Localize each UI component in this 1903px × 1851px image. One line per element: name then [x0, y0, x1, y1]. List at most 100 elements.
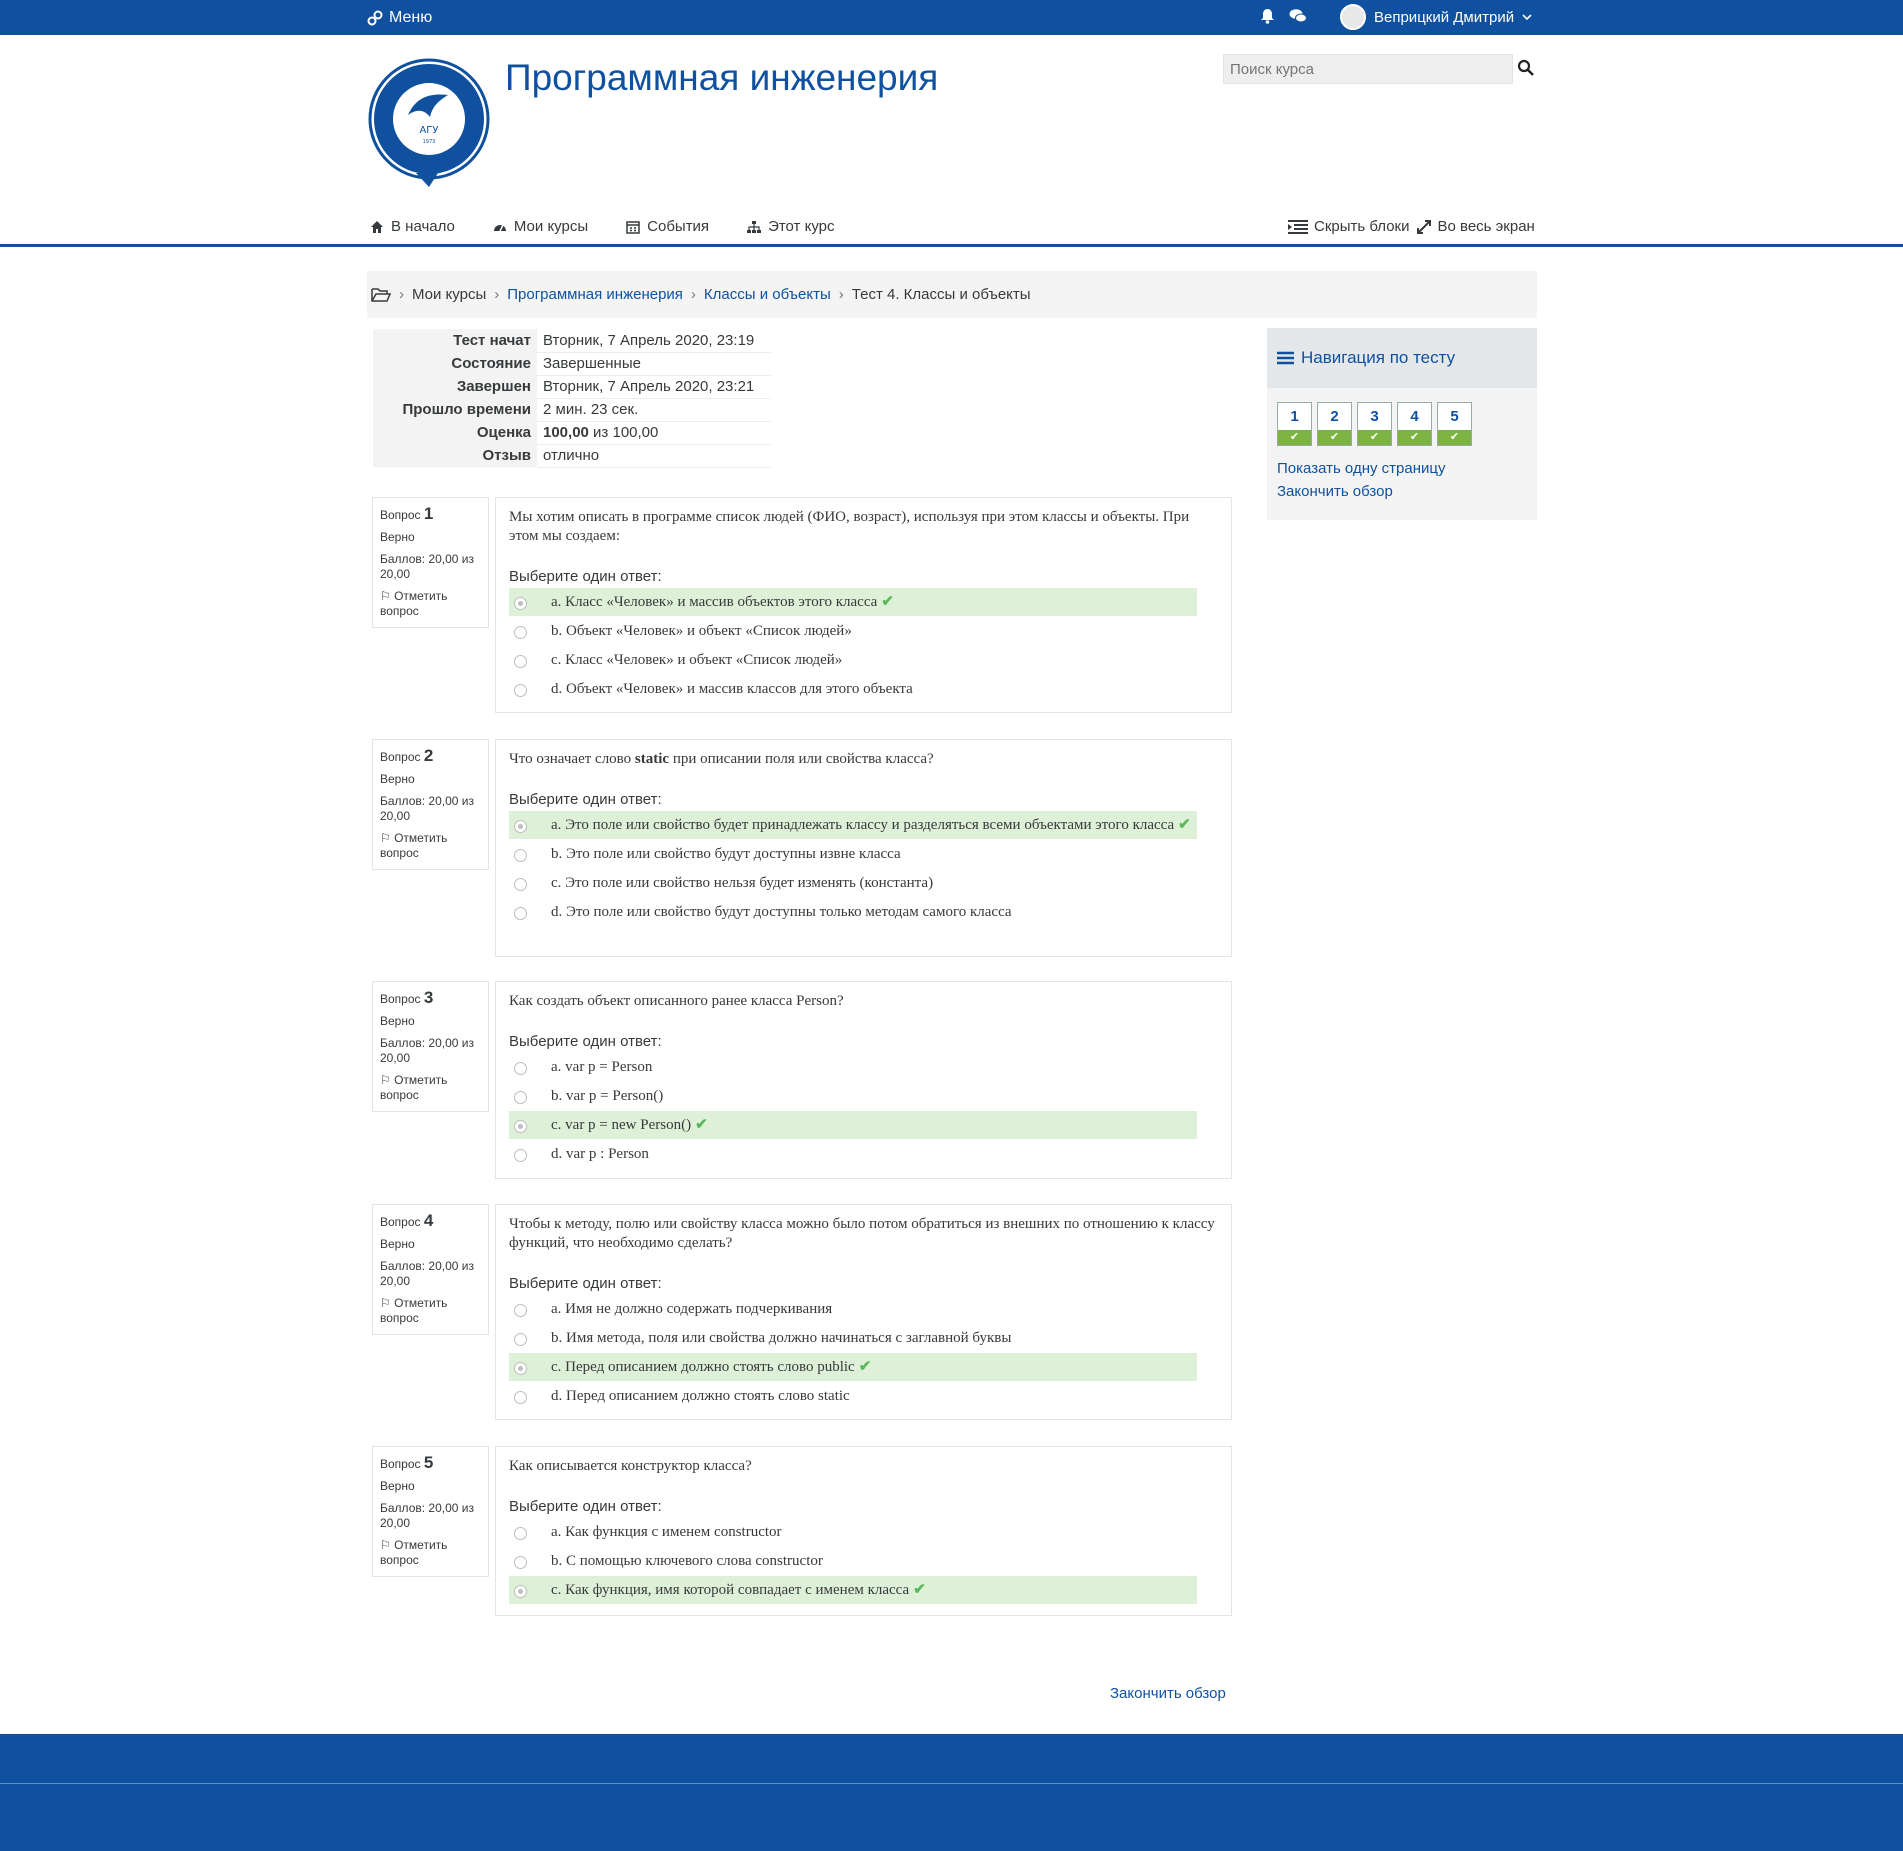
question-points: Баллов: 20,00 из 20,00 — [380, 1501, 474, 1530]
university-logo: АГУ 1973 — [368, 58, 490, 187]
answer-option[interactable]: c. Это поле или свойство нельзя будет из… — [509, 869, 1197, 897]
course-title: Программная инженерия — [505, 57, 939, 98]
checkmark-icon: ✔ — [858, 1359, 872, 1375]
grade-max: из 100,00 — [588, 424, 659, 441]
breadcrumb-course[interactable]: Программная инженерия — [507, 286, 683, 303]
answer-option[interactable]: a. var p = Person — [509, 1053, 1197, 1081]
question-state: Верно — [380, 1014, 415, 1028]
breadcrumb-section[interactable]: Классы и объекты — [704, 286, 831, 303]
check-icon: ✔ — [1398, 430, 1431, 445]
radio-button[interactable] — [514, 1091, 527, 1104]
summary-value: 2 мин. 23 сек. — [537, 398, 771, 422]
radio-button[interactable] — [514, 655, 527, 668]
summary-value: Вторник, 7 Апрель 2020, 23:21 — [537, 375, 771, 399]
answer-option[interactable]: d. Объект «Человек» и массив классов для… — [509, 675, 1197, 703]
radio-button[interactable] — [514, 1120, 527, 1133]
top-bar: Меню Веприцкий Дмитрий — [0, 0, 1903, 35]
flag-question[interactable]: ⚐ Отметить вопрос — [380, 1296, 481, 1326]
answer-option[interactable]: b. Имя метода, поля или свойства должно … — [509, 1324, 1197, 1352]
flag-question[interactable]: ⚐ Отметить вопрос — [380, 589, 481, 619]
search-icon[interactable] — [1517, 59, 1535, 77]
radio-button[interactable] — [514, 820, 527, 833]
fullscreen-button[interactable]: Во весь экран — [1438, 218, 1535, 235]
nav-my-courses[interactable]: Мои курсы — [493, 218, 588, 235]
summary-value: Вторник, 7 Апрель 2020, 23:19 — [537, 329, 771, 353]
question-number: 5 — [423, 1453, 434, 1472]
checkmark-icon: ✔ — [1178, 817, 1191, 833]
answer-option[interactable]: b. var p = Person() — [509, 1082, 1197, 1110]
answer-option[interactable]: d. Перед описанием должно стоять слово s… — [509, 1382, 1197, 1410]
answer-option[interactable]: c. Перед описанием должно стоять слово p… — [509, 1353, 1197, 1381]
show-one-page-link[interactable]: Показать одну страницу — [1277, 460, 1537, 477]
quiz-nav-button[interactable]: 1 ✔ — [1277, 402, 1312, 446]
radio-button[interactable] — [514, 684, 527, 697]
radio-button[interactable] — [514, 597, 527, 610]
course-search-input[interactable] — [1223, 54, 1513, 84]
list-icon — [1277, 351, 1294, 365]
hide-blocks-button[interactable]: Скрыть блоки — [1314, 218, 1410, 235]
answer-option[interactable]: b. Это поле или свойство будут доступны … — [509, 840, 1197, 868]
question-info: Вопрос 5 Верно Баллов: 20,00 из 20,00 ⚐ … — [372, 1446, 489, 1577]
radio-button[interactable] — [514, 878, 527, 891]
finish-review-link[interactable]: Закончить обзор — [1277, 483, 1537, 500]
nav-this-course[interactable]: Этот курс — [747, 218, 835, 235]
question-content: Что означает слово static при описании п… — [495, 739, 1232, 957]
radio-button[interactable] — [514, 1362, 527, 1375]
radio-button[interactable] — [514, 849, 527, 862]
finish-review-bottom-link[interactable]: Закончить обзор — [1110, 1685, 1226, 1702]
radio-button[interactable] — [514, 1062, 527, 1075]
nav-home-label: В начало — [391, 218, 455, 235]
answer-option[interactable]: b. Объект «Человек» и объект «Список люд… — [509, 617, 1197, 645]
answer-option[interactable]: d. Это поле или свойство будут доступны … — [509, 898, 1197, 926]
menu-button[interactable]: Меню — [367, 9, 432, 27]
answer-prompt: Выберите один ответ: — [509, 1275, 662, 1292]
answer-option[interactable]: d. var p : Person — [509, 1140, 1197, 1168]
menu-link-icon — [367, 10, 383, 26]
question-word: Вопрос — [380, 508, 421, 522]
footer-divider — [0, 1783, 1903, 1784]
question-word: Вопрос — [380, 992, 421, 1006]
answer-text: b. var p = Person() — [551, 1088, 664, 1104]
bell-icon[interactable] — [1260, 8, 1275, 24]
nav-home[interactable]: В начало — [370, 218, 455, 235]
quiz-nav-button[interactable]: 5 ✔ — [1437, 402, 1472, 446]
radio-button[interactable] — [514, 1556, 527, 1569]
answer-option[interactable]: a. Это поле или свойство будет принадлеж… — [509, 811, 1197, 839]
quiz-nav-button[interactable]: 2 ✔ — [1317, 402, 1352, 446]
answer-text: b. С помощью ключевого слова constructor — [551, 1553, 823, 1569]
answer-option[interactable]: b. С помощью ключевого слова constructor — [509, 1547, 1197, 1575]
answer-option[interactable]: a. Как функция с именем constructor — [509, 1518, 1197, 1546]
radio-button[interactable] — [514, 1304, 527, 1317]
answer-text: b. Имя метода, поля или свойства должно … — [551, 1330, 1012, 1346]
folder-open-icon[interactable] — [371, 287, 391, 303]
quiz-nav-button[interactable]: 3 ✔ — [1357, 402, 1392, 446]
question-text: Что означает слово static при описании п… — [509, 750, 1218, 769]
radio-button[interactable] — [514, 1149, 527, 1162]
quiz-nav-button[interactable]: 4 ✔ — [1397, 402, 1432, 446]
nav-events[interactable]: События — [626, 218, 709, 235]
radio-button[interactable] — [514, 626, 527, 639]
radio-button[interactable] — [514, 1585, 527, 1598]
question-number: 4 — [423, 1211, 434, 1230]
answer-option[interactable]: a. Имя не должно содержать подчеркивания — [509, 1295, 1197, 1323]
radio-button[interactable] — [514, 907, 527, 920]
flag-question[interactable]: ⚐ Отметить вопрос — [380, 831, 481, 861]
user-menu[interactable]: Веприцкий Дмитрий — [1340, 4, 1532, 30]
radio-button[interactable] — [514, 1391, 527, 1404]
hide-blocks-icon — [1288, 219, 1308, 234]
radio-button[interactable] — [514, 1527, 527, 1540]
summary-key: Состояние — [373, 352, 537, 375]
check-icon: ✔ — [1318, 430, 1351, 445]
nav-events-label: События — [647, 218, 710, 235]
answer-option[interactable]: c. var p = new Person() ✔ — [509, 1111, 1197, 1139]
question-content: Чтобы к методу, полю или свойству класса… — [495, 1204, 1232, 1420]
answer-option[interactable]: c. Класс «Человек» и объект «Список люде… — [509, 646, 1197, 674]
check-icon: ✔ — [1278, 430, 1311, 445]
flag-question[interactable]: ⚐ Отметить вопрос — [380, 1538, 481, 1568]
avatar — [1340, 4, 1366, 30]
messages-icon[interactable] — [1289, 8, 1307, 24]
flag-question[interactable]: ⚐ Отметить вопрос — [380, 1073, 481, 1103]
answer-option[interactable]: c. Как функция, имя которой совпадает с … — [509, 1576, 1197, 1604]
radio-button[interactable] — [514, 1333, 527, 1346]
answer-option[interactable]: a. Класс «Человек» и массив объектов это… — [509, 588, 1197, 616]
